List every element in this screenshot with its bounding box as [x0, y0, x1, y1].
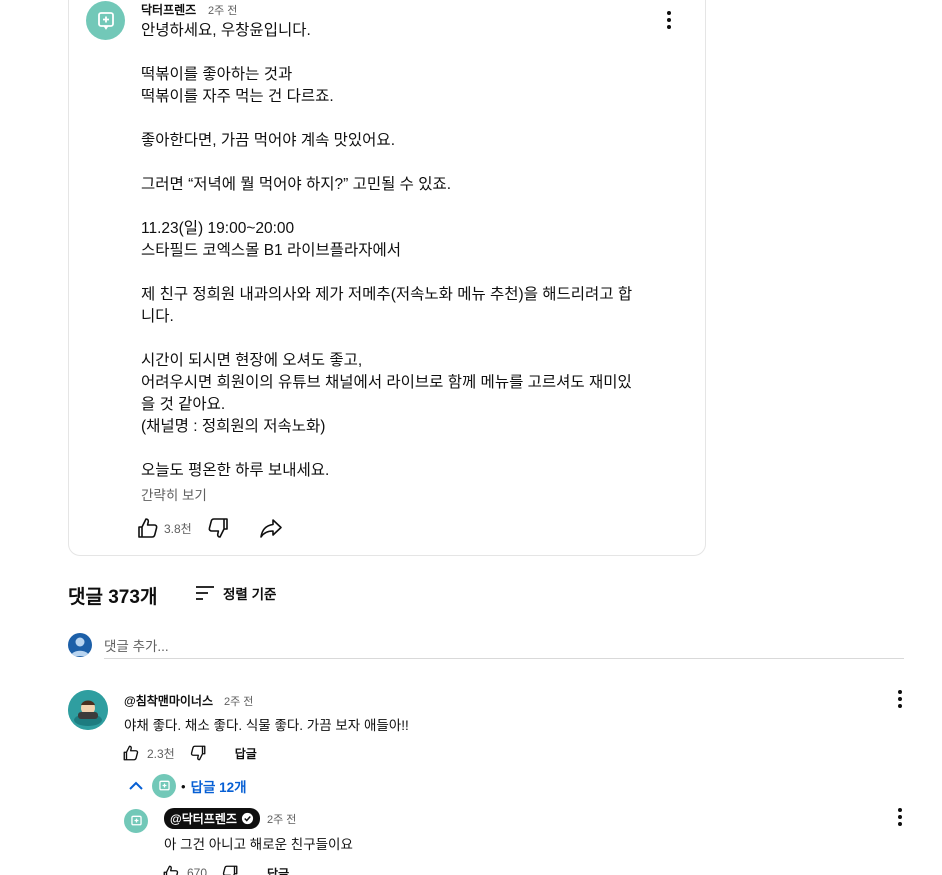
user-silhouette-icon: [71, 637, 89, 656]
comment-author[interactable]: @침착맨마이너스: [124, 692, 213, 709]
reply-like-button[interactable]: [162, 864, 180, 875]
community-plus-icon: [130, 815, 142, 825]
post-body-spacer: [141, 42, 661, 64]
share-button[interactable]: [258, 516, 284, 540]
post-body-line: 좋아한다면, 가끔 먹어야 계속 맛있어요.: [141, 132, 395, 149]
reply-dislike-button[interactable]: [221, 864, 239, 875]
reply-text: 아 그건 아니고 해로운 친구들이요: [164, 837, 353, 852]
post-body-line: 오늘도 평온한 하루 보내세요.: [141, 462, 330, 479]
post-time[interactable]: 2주 전: [208, 2, 237, 18]
community-plus-icon: [158, 780, 170, 790]
reply-like-count: 670: [187, 866, 208, 875]
creator-author-badge[interactable]: @닥터프렌즈: [164, 808, 260, 829]
show-less-button[interactable]: 간략히 보기: [141, 484, 207, 504]
verified-check-icon: [241, 812, 253, 825]
channel-name[interactable]: 닥터프렌즈: [141, 1, 196, 18]
reply-actions: 670 답글: [162, 862, 289, 875]
comment-like-button[interactable]: [122, 744, 140, 762]
post-body-line: 스타필드 코엑스몰 B1 라이브플라자에서: [141, 242, 402, 259]
chevron-up-icon: [129, 781, 143, 790]
more-vert-icon[interactable]: [659, 8, 679, 32]
thumb-down-icon: [222, 865, 238, 875]
thumb-down-icon: [190, 745, 206, 761]
thumb-up-icon: [163, 865, 179, 875]
post-body-line: 떡볶이를 자주 먹는 건 다르죠.: [141, 88, 334, 105]
thumb-down-icon: [208, 518, 228, 538]
post-body-line: 어려우시면 희원이의 유튜브 채널에서 라이브로 함께 메뉴를 고르셔도 재미있: [141, 374, 632, 391]
reply-avatar[interactable]: [124, 809, 148, 833]
user-avatar: [68, 633, 92, 657]
post-body-line: 시간이 되시면 현장에 오셔도 좋고,: [141, 352, 363, 369]
thumb-up-icon: [123, 745, 139, 761]
share-icon: [259, 519, 282, 538]
post-body-line: (채널명 : 정희원의 저속노화): [141, 418, 326, 435]
sort-icon: [196, 586, 214, 600]
post-actions: 3.8천: [136, 514, 284, 542]
post-body-line: 니다.: [141, 308, 174, 325]
reply-reply-button[interactable]: 답글: [267, 865, 289, 875]
post-body-spacer: [141, 262, 661, 284]
comment-actions: 2.3천 답글: [122, 742, 257, 764]
creator-mini-avatar: [152, 774, 176, 798]
post-body-line: 제 친구 정희원 내과의사와 제가 저메추(저속노화 메뉴 추천)을 해드리려고…: [141, 286, 633, 303]
like-button[interactable]: [136, 516, 160, 540]
more-vert-icon[interactable]: [890, 687, 910, 711]
more-vert-icon[interactable]: [890, 805, 910, 829]
post-body-line: 그러면 “저녁에 뭘 먹어야 하지?” 고민될 수 있죠.: [141, 176, 452, 193]
add-comment-input[interactable]: 댓글 추가...: [104, 630, 904, 659]
thumb-up-icon: [138, 518, 158, 538]
sort-label: 정렬 기준: [223, 587, 277, 602]
post-body-line: 안녕하세요, 우창윤입니다.: [141, 22, 311, 39]
post-body-spacer: [141, 152, 661, 174]
sort-button[interactable]: 정렬 기준: [195, 583, 276, 603]
character-avatar-icon: [68, 690, 108, 730]
comments-header: 댓글 373개: [68, 582, 157, 609]
channel-avatar[interactable]: [86, 1, 125, 40]
comment-avatar[interactable]: [68, 690, 108, 730]
reply-time[interactable]: 2주 전: [267, 811, 296, 827]
post-body-spacer: [141, 108, 661, 130]
like-count: 3.8천: [164, 521, 192, 536]
post-body-line: 떡볶이를 좋아하는 것과: [141, 66, 293, 83]
post-body-spacer: [141, 196, 661, 218]
post-body: 안녕하세요, 우창윤입니다. 떡볶이를 좋아하는 것과떡볶이를 자주 먹는 건 다…: [141, 20, 661, 482]
post-body-spacer: [141, 438, 661, 460]
replies-count-label: 답글 12개: [190, 780, 247, 795]
post-body-spacer: [141, 328, 661, 350]
post-body-line: 을 것 같아요.: [141, 396, 226, 413]
comment-text: 야채 좋다. 채소 좋다. 식물 좋다. 가끔 보자 애들아!!: [124, 718, 409, 733]
comment-like-count: 2.3천: [147, 746, 175, 761]
dot-separator: •: [181, 778, 186, 794]
comment-dislike-button[interactable]: [189, 744, 207, 762]
post-body-line: 11.23(일) 19:00~20:00: [141, 220, 295, 237]
community-plus-icon: [97, 11, 114, 30]
comment-time[interactable]: 2주 전: [224, 693, 253, 709]
dislike-button[interactable]: [206, 516, 230, 540]
reply-author: @닥터프렌즈: [170, 812, 237, 826]
comment-reply-button[interactable]: 답글: [235, 745, 257, 762]
replies-toggle[interactable]: • 답글 12개: [126, 774, 247, 798]
comments-count-title: 댓글 373개: [68, 587, 158, 608]
